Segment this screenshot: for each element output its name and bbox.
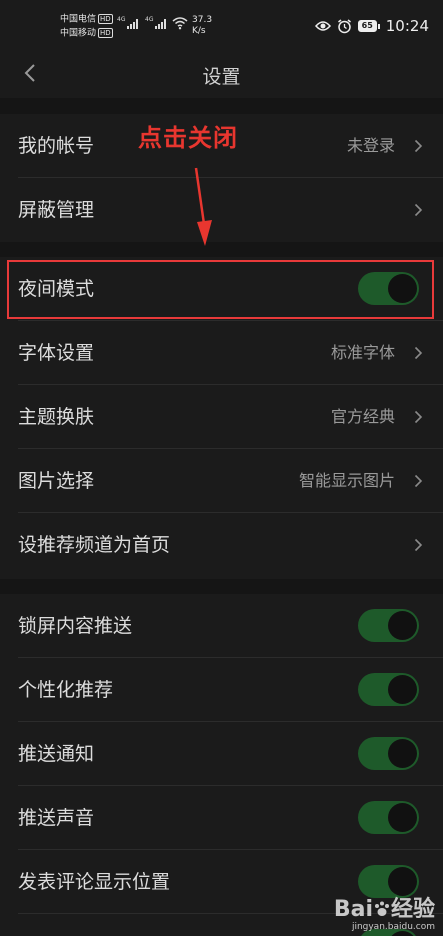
row-image-selection[interactable]: 图片选择 智能显示图片	[0, 449, 443, 513]
row-value: 未登录	[346, 136, 395, 155]
row-label: 主题换肤	[18, 406, 95, 428]
personalized-recommend-toggle[interactable]	[358, 673, 419, 706]
battery-icon: 65	[357, 20, 380, 32]
push-sound-toggle[interactable]	[358, 801, 419, 834]
row-label: 字体设置	[18, 342, 95, 364]
row-set-recommended-home[interactable]: 设推荐频道为首页	[0, 513, 443, 577]
row-personalized-recommend: 个性化推荐	[0, 658, 443, 722]
chevron-right-icon	[414, 410, 423, 424]
network-type-2: 4G	[145, 16, 154, 23]
row-value: 标准字体	[330, 343, 395, 362]
chevron-right-icon	[414, 203, 423, 217]
eye-icon	[314, 21, 331, 31]
carrier-1: 中国电信 HD	[60, 14, 113, 25]
row-label: 锁屏内容推送	[18, 615, 133, 637]
network-speed: 37.3 K/s	[192, 15, 213, 36]
watermark: Bai 经验 jingyan.baidu.com	[333, 897, 435, 933]
annotation-highlight-box	[7, 260, 434, 319]
row-label: 设推荐频道为首页	[18, 534, 171, 556]
annotation-arrow-icon	[194, 167, 212, 246]
alarm-icon	[337, 18, 351, 33]
chevron-right-icon	[414, 346, 423, 360]
row-label: 个性化推荐	[18, 679, 114, 701]
page-title: 设置	[202, 66, 241, 88]
row-lockscreen-push: 锁屏内容推送	[0, 594, 443, 658]
row-label: 我的帐号	[18, 135, 95, 157]
chevron-right-icon	[414, 139, 423, 153]
chevron-right-icon	[414, 474, 423, 488]
row-label: 屏蔽管理	[18, 199, 95, 221]
row-push-sound: 推送声音	[0, 786, 443, 850]
row-value: 智能显示图片	[298, 471, 395, 490]
settings-group-push: 锁屏内容推送 个性化推荐 推送通知 推送声音 发表评论显示位置	[0, 594, 443, 936]
row-label: 推送通知	[18, 743, 95, 765]
lockscreen-push-toggle[interactable]	[358, 609, 419, 642]
push-notification-toggle[interactable]	[358, 737, 419, 770]
row-font-settings[interactable]: 字体设置 标准字体	[0, 321, 443, 385]
signal-bars-1-icon	[127, 19, 138, 29]
signal-bars-2-icon	[155, 19, 166, 29]
chevron-right-icon	[414, 538, 423, 552]
title-bar: 设置	[0, 50, 443, 98]
network-type-1: 4G	[117, 16, 126, 23]
row-label: 发表评论显示位置	[18, 871, 171, 893]
paw-icon	[374, 901, 389, 916]
comment-location-toggle[interactable]	[358, 865, 419, 898]
status-bar: 中国电信 HD 中国移动 HD 4G 4G 37.3 K/s 65 10:24	[0, 0, 443, 50]
row-value: 官方经典	[330, 407, 395, 426]
row-label: 推送声音	[18, 807, 95, 829]
carrier-2: 中国移动 HD	[60, 28, 113, 39]
row-push-notification: 推送通知	[0, 722, 443, 786]
wifi-icon	[172, 17, 188, 30]
row-theme-skin[interactable]: 主题换肤 官方经典	[0, 385, 443, 449]
clock: 10:24	[385, 17, 429, 35]
row-label: 图片选择	[18, 470, 95, 492]
annotation-callout: 点击关闭	[138, 124, 238, 152]
